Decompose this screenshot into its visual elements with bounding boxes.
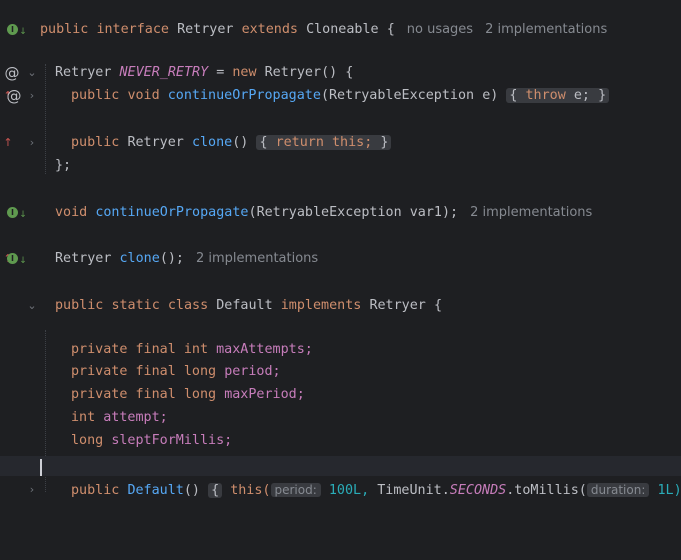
implementations-hint[interactable]: 2 implementations — [196, 251, 318, 266]
code-line-15[interactable]: › public Default() { this(period: 100L, … — [0, 480, 681, 500]
code-text: private final long maxPeriod; — [71, 387, 305, 402]
code-text: public Default() { this(period: 100L, Ti… — [71, 483, 681, 498]
folded-block[interactable]: { — [208, 483, 223, 498]
code-line-8[interactable]: ⌄ public static class Default implements… — [0, 296, 681, 316]
parameter-hint: duration: — [586, 483, 650, 497]
parameter-hint: period: — [270, 483, 321, 497]
gutter: ↑ @ › — [0, 86, 38, 106]
gutter: ↑ I ↓ — [0, 249, 38, 269]
code-text: void continueOrPropagate(RetryableExcept… — [55, 205, 593, 220]
implementations-hint[interactable]: 2 implementations — [485, 22, 607, 37]
code-line-2[interactable]: @ ⌄ Retryer NEVER_RETRY = new Retryer() … — [0, 63, 681, 83]
code-text: private final long period; — [71, 364, 281, 379]
code-text: long sleptForMillis; — [71, 433, 233, 448]
code-line-1[interactable]: I ↓ public interface Retryer extends Clo… — [0, 20, 681, 40]
code-text: public Retryer clone() { return this; } — [71, 133, 392, 153]
code-text: }; — [55, 158, 72, 173]
folded-block[interactable]: { throw e; } — [506, 88, 610, 103]
code-line-3[interactable]: ↑ @ › public void continueOrPropagate(Re… — [0, 86, 681, 106]
gutter: ↑ › — [0, 133, 38, 153]
implemented-arrow-icon: ↓ — [19, 210, 27, 220]
code-line-13[interactable]: long sleptForMillis; — [0, 431, 681, 451]
code-line-4[interactable]: ↑ › public Retryer clone() { return this… — [0, 133, 681, 153]
gutter: › — [0, 480, 38, 500]
code-line-9[interactable]: private final int maxAttempts; — [0, 340, 681, 360]
code-line-7[interactable]: ↑ I ↓ Retryer clone();2 implementations — [0, 249, 681, 269]
code-text: private final int maxAttempts; — [71, 342, 313, 357]
fold-chevron-right-icon[interactable]: › — [24, 88, 40, 104]
code-line-6[interactable]: I ↓ void continueOrPropagate(RetryableEx… — [0, 203, 681, 223]
folded-block[interactable]: { return this; } — [256, 135, 392, 150]
code-text: Retryer clone(); 2 implementations — [55, 251, 319, 266]
code-text: public interface Retryer extends Cloneab… — [40, 22, 608, 37]
code-editor[interactable]: I ↓ public interface Retryer extends Clo… — [0, 0, 681, 498]
text-cursor — [40, 459, 42, 476]
fold-chevron-down-icon[interactable]: ⌄ — [24, 65, 40, 81]
current-line[interactable] — [0, 456, 681, 476]
code-text: Retryer NEVER_RETRY = new Retryer() { — [55, 65, 354, 80]
code-text: public void continueOrPropagate(Retryabl… — [71, 86, 610, 106]
override-arrow-icon: ↑ — [3, 136, 13, 149]
annotation-icon[interactable]: @ — [4, 65, 20, 81]
gutter: ⌄ — [0, 296, 38, 316]
fold-chevron-right-icon[interactable]: › — [24, 135, 40, 151]
code-line-11[interactable]: private final long maxPeriod; — [0, 385, 681, 405]
usages-hint[interactable]: no usages — [407, 22, 473, 37]
code-line-12[interactable]: int attempt; — [0, 408, 681, 428]
code-text: int attempt; — [71, 410, 168, 425]
fold-chevron-right-icon[interactable]: › — [24, 482, 40, 498]
annotation-icon[interactable]: @ — [6, 88, 22, 104]
code-line-5[interactable]: }; — [0, 156, 681, 176]
implementations-hint[interactable]: 2 implementations — [470, 205, 592, 220]
code-line-10[interactable]: private final long period; — [0, 362, 681, 382]
code-text: public static class Default implements R… — [55, 298, 442, 313]
gutter: I ↓ — [0, 20, 38, 40]
fold-chevron-down-icon[interactable]: ⌄ — [24, 298, 40, 314]
gutter: @ ⌄ — [0, 63, 38, 83]
implemented-arrow-icon: ↓ — [19, 27, 27, 37]
implemented-arrow-icon: ↓ — [19, 256, 27, 266]
gutter: I ↓ — [0, 203, 38, 223]
